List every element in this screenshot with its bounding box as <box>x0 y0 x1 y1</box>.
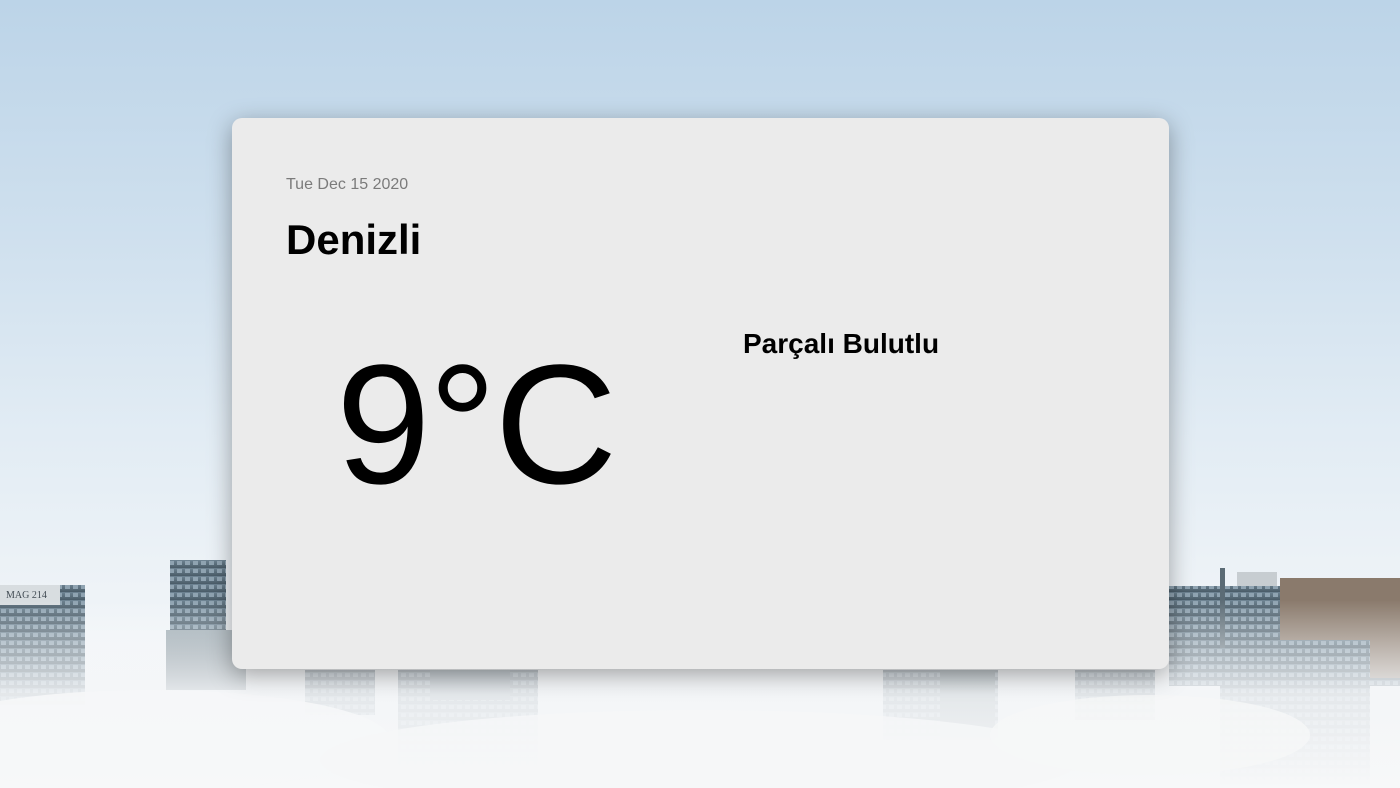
date-label: Tue Dec 15 2020 <box>286 176 409 193</box>
weather-condition: Parçalı Bulutlu <box>743 328 940 359</box>
building-sign-text: MAG 214 <box>6 590 47 601</box>
temperature-value: 9°C <box>336 330 617 520</box>
city-name: Denizli <box>286 216 422 263</box>
weather-card: Tue Dec 15 2020 Denizli 9°C Parçalı Bulu… <box>232 118 1169 669</box>
